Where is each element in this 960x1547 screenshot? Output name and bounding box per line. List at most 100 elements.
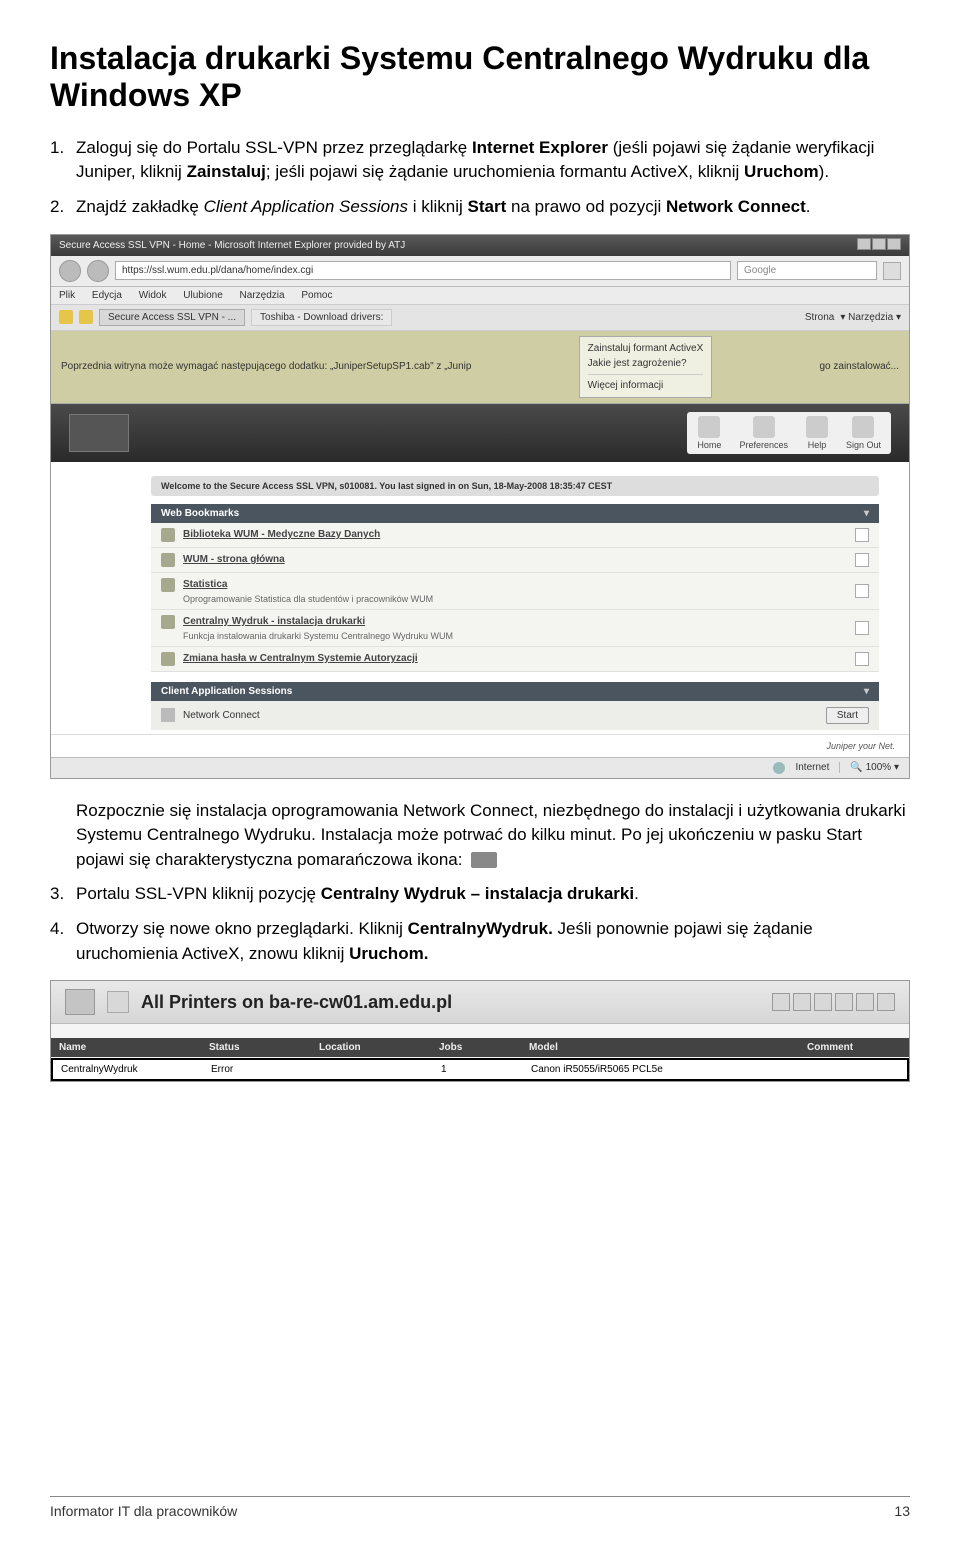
- bookmark-item[interactable]: Centralny Wydruk - instalacja drukarkiFu…: [151, 610, 879, 647]
- bookmark-icon: [161, 553, 175, 567]
- bold: Uruchom.: [349, 944, 428, 963]
- juniper-footer: Juniper your Net.: [51, 734, 909, 757]
- italic: Client Application Sessions: [204, 197, 408, 216]
- text: i kliknij: [408, 197, 468, 216]
- bold: Uruchom: [744, 162, 819, 181]
- expand-icon[interactable]: [855, 621, 869, 635]
- bold: CentralnyWydruk.: [408, 919, 553, 938]
- bold: Internet Explorer: [472, 138, 608, 157]
- toolbar-item[interactable]: Strona: [805, 312, 834, 323]
- window-buttons[interactable]: [856, 238, 901, 253]
- step-number: 4.: [50, 917, 64, 942]
- tab[interactable]: Secure Access SSL VPN - ...: [99, 309, 245, 326]
- menu-item[interactable]: Plik: [59, 290, 75, 301]
- popup-item[interactable]: Zainstaluj formant ActiveX: [588, 341, 704, 356]
- printers-header: All Printers on ba-re-cw01.am.edu.pl: [51, 981, 909, 1024]
- search-input[interactable]: Google: [737, 261, 877, 280]
- back-button[interactable]: [59, 260, 81, 282]
- cell-jobs: 1: [433, 1064, 523, 1075]
- bookmark-item[interactable]: StatisticaOprogramowanie Statistica dla …: [151, 573, 879, 610]
- menu-item[interactable]: Pomoc: [301, 290, 332, 301]
- step-number: 1.: [50, 136, 64, 161]
- page-footer: Informator IT dla pracowników 13: [50, 1496, 910, 1519]
- popup-item[interactable]: Jakie jest zagrożenie?: [588, 356, 704, 371]
- text: ).: [819, 162, 829, 181]
- col-status[interactable]: Status: [201, 1042, 311, 1053]
- tab[interactable]: Toshiba - Download drivers:: [251, 309, 392, 326]
- text: .: [634, 884, 639, 903]
- infobar-popup: Zainstaluj formant ActiveX Jakie jest za…: [579, 336, 713, 398]
- cell-model: Canon iR5055/iR5065 PCL5e: [523, 1064, 797, 1075]
- cell-location: [313, 1064, 433, 1075]
- folder-icon: [107, 991, 129, 1013]
- step-4: 4. Otworzy się nowe okno przeglądarki. K…: [50, 917, 910, 966]
- col-model[interactable]: Model: [521, 1042, 799, 1053]
- screenshot-ssl-vpn: Secure Access SSL VPN - Home - Microsoft…: [50, 234, 910, 779]
- welcome-bar: Welcome to the Secure Access SSL VPN, s0…: [151, 476, 879, 496]
- bookmark-item[interactable]: WUM - strona główna: [151, 548, 879, 573]
- activex-infobar[interactable]: Poprzednia witryna może wymagać następuj…: [51, 331, 909, 404]
- expand-icon[interactable]: [855, 652, 869, 666]
- text: .: [806, 197, 811, 216]
- printer-row[interactable]: CentralnyWydruk Error 1 Canon iR5055/iR5…: [51, 1058, 909, 1081]
- step-3: 3. Portalu SSL-VPN kliknij pozycję Centr…: [50, 882, 910, 907]
- text: Otworzy się nowe okno przeglądarki. Klik…: [76, 919, 408, 938]
- step-number: 3.: [50, 882, 64, 907]
- chevron-down-icon[interactable]: ▾: [864, 686, 869, 697]
- chevron-down-icon[interactable]: ▾: [864, 508, 869, 519]
- bookmark-item[interactable]: Zmiana hasła w Centralnym Systemie Autor…: [151, 647, 879, 672]
- status-bar: Internet 🔍 100% ▾: [51, 757, 909, 778]
- bookmark-icon: [161, 528, 175, 542]
- menu-item[interactable]: Ulubione: [183, 290, 222, 301]
- popup-item[interactable]: Więcej informacji: [588, 374, 704, 393]
- menu-item[interactable]: Edycja: [92, 290, 122, 301]
- app-icon: [161, 708, 175, 722]
- search-icon[interactable]: [883, 262, 901, 280]
- col-location[interactable]: Location: [311, 1042, 431, 1053]
- favorites-icon[interactable]: [59, 310, 73, 324]
- start-button[interactable]: Start: [826, 707, 869, 724]
- signout-icon[interactable]: Sign Out: [846, 416, 881, 450]
- footer-left: Informator IT dla pracowników: [50, 1503, 237, 1519]
- toolbar-buttons[interactable]: [772, 993, 895, 1011]
- cas-row: Network Connect Start: [151, 701, 879, 730]
- bold: Start: [468, 197, 507, 216]
- printer-icon: [65, 989, 95, 1015]
- toolbar-item[interactable]: ▾ Narzędzia ▾: [840, 312, 901, 323]
- section-header-cas: Client Application Sessions▾: [151, 682, 879, 701]
- expand-icon[interactable]: [855, 584, 869, 598]
- bold: Centralny Wydruk – instalacja drukarki: [321, 884, 634, 903]
- menu-item[interactable]: Narzędzia: [240, 290, 285, 301]
- bold: Network Connect: [666, 197, 806, 216]
- menu-item[interactable]: Widok: [139, 290, 167, 301]
- window-title: Secure Access SSL VPN - Home - Microsoft…: [59, 240, 405, 251]
- address-input[interactable]: https://ssl.wum.edu.pl/dana/home/index.c…: [115, 261, 731, 280]
- text: Znajdź zakładkę: [76, 197, 204, 216]
- bookmark-item[interactable]: Biblioteka WUM - Medyczne Bazy Danych: [151, 523, 879, 548]
- page-title: Instalacja drukarki Systemu Centralnego …: [50, 40, 910, 114]
- address-bar-row: https://ssl.wum.edu.pl/dana/home/index.c…: [51, 256, 909, 287]
- home-icon[interactable]: Home: [697, 416, 721, 450]
- globe-icon: [773, 762, 785, 774]
- col-jobs[interactable]: Jobs: [431, 1042, 521, 1053]
- screenshot-printers: All Printers on ba-re-cw01.am.edu.pl Nam…: [50, 980, 910, 1082]
- expand-icon[interactable]: [855, 553, 869, 567]
- help-icon[interactable]: Help: [806, 416, 828, 450]
- cell-name: CentralnyWydruk: [53, 1064, 203, 1075]
- printers-title: All Printers on ba-re-cw01.am.edu.pl: [141, 992, 452, 1013]
- zoom-level[interactable]: 🔍 100% ▾: [839, 762, 899, 773]
- preferences-icon[interactable]: Preferences: [739, 416, 788, 450]
- col-name[interactable]: Name: [51, 1042, 201, 1053]
- text: ; jeśli pojawi się żądanie uruchomienia …: [266, 162, 744, 181]
- forward-button[interactable]: [87, 260, 109, 282]
- expand-icon[interactable]: [855, 528, 869, 542]
- menu-bar: Plik Edycja Widok Ulubione Narzędzia Pom…: [51, 287, 909, 305]
- text: Zaloguj się do Portalu SSL-VPN przez prz…: [76, 138, 472, 157]
- col-comment[interactable]: Comment: [799, 1042, 909, 1053]
- text: na prawo od pozycji: [506, 197, 666, 216]
- add-favorite-icon[interactable]: [79, 310, 93, 324]
- infobar-text: Poprzednia witryna może wymagać następuj…: [61, 361, 471, 372]
- step-1: 1. Zaloguj się do Portalu SSL-VPN przez …: [50, 136, 910, 185]
- cas-label: Network Connect: [183, 710, 260, 721]
- bookmark-icon: [161, 652, 175, 666]
